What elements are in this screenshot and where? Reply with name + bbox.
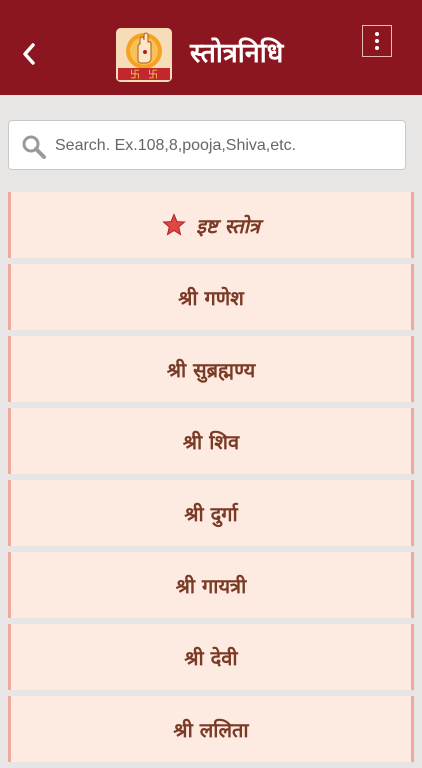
overflow-menu-button[interactable] bbox=[362, 25, 392, 57]
list-item-label: श्री देवी bbox=[184, 645, 238, 670]
more-vertical-icon bbox=[375, 32, 379, 36]
list-item-devi[interactable]: श्री देवी bbox=[8, 624, 414, 690]
list-item-subrahmanya[interactable]: श्री सुब्रह्मण्य bbox=[8, 336, 414, 402]
svg-text:卐: 卐 bbox=[148, 69, 158, 81]
list-item-ganesha[interactable]: श्री गणेश bbox=[8, 264, 414, 330]
list-item-label: श्री ललिता bbox=[173, 717, 249, 742]
list-item-label: श्री दुर्गा bbox=[184, 501, 238, 526]
back-button[interactable] bbox=[12, 34, 46, 74]
app-bar: 卐 卐 स्तोत्रनिधि bbox=[0, 0, 422, 95]
list-item-label: श्री शिव bbox=[182, 429, 240, 454]
search-box bbox=[8, 120, 406, 170]
back-chevron-icon bbox=[23, 43, 35, 65]
app-logo: 卐 卐 bbox=[116, 28, 172, 82]
app-title: स्तोत्रनिधि bbox=[190, 38, 284, 69]
list-item-label: श्री सुब्रह्मण्य bbox=[166, 357, 256, 382]
list-item-shiva[interactable]: श्री शिव bbox=[8, 408, 414, 474]
search-input[interactable] bbox=[53, 129, 397, 163]
stotra-category-list: इष्ट स्तोत्र श्री गणेश श्री सुब्रह्मण्य … bbox=[8, 192, 414, 768]
list-item-label: श्री गायत्री bbox=[175, 573, 247, 598]
list-item-favourite-stotra[interactable]: इष्ट स्तोत्र bbox=[8, 192, 414, 258]
list-item-durga[interactable]: श्री दुर्गा bbox=[8, 480, 414, 546]
list-item-label: इष्ट स्तोत्र bbox=[196, 213, 260, 238]
list-item-label: श्री गणेश bbox=[178, 285, 244, 310]
list-item-lalita[interactable]: श्री ललिता bbox=[8, 696, 414, 762]
star-icon bbox=[162, 213, 186, 237]
search-icon bbox=[22, 135, 46, 159]
list-item-gayatri[interactable]: श्री गायत्री bbox=[8, 552, 414, 618]
svg-text:卐: 卐 bbox=[130, 69, 140, 81]
